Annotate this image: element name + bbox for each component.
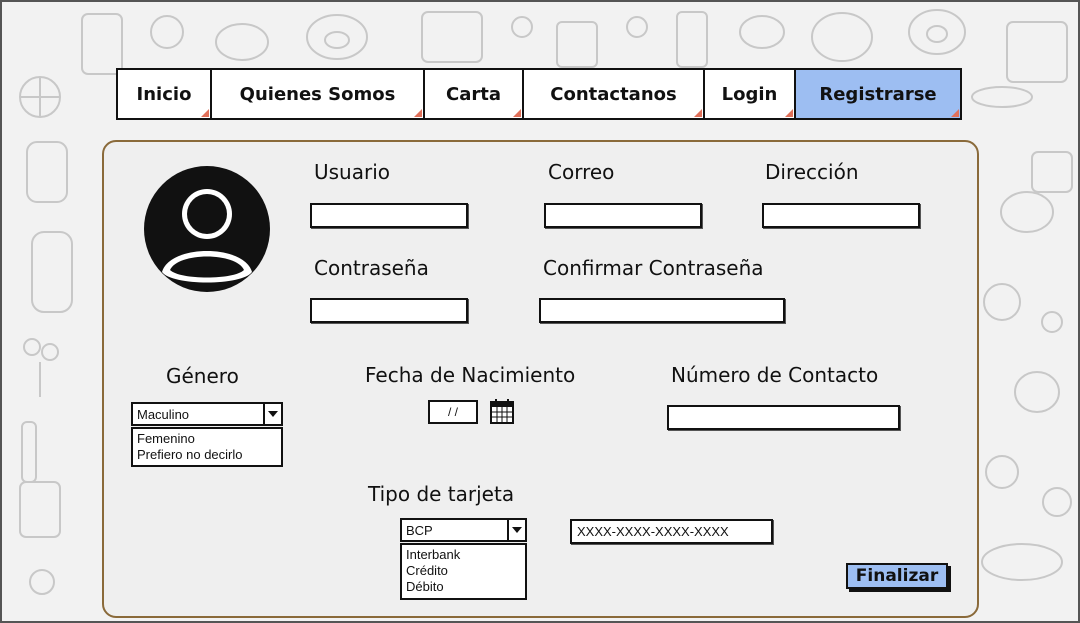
genero-option[interactable]: Femenino [137,431,277,447]
fecha-nacimiento-label: Fecha de Nacimiento [365,363,576,387]
main-nav: Inicio Quienes Somos Carta Contactanos L… [116,68,962,120]
link-corner-icon [694,109,702,117]
nav-item-carta[interactable]: Carta [425,70,524,118]
link-corner-icon [513,109,521,117]
chevron-down-icon[interactable] [507,520,525,540]
tarjeta-option[interactable]: Débito [406,579,521,595]
correo-input[interactable] [544,203,702,228]
nav-item-inicio[interactable]: Inicio [118,70,212,118]
direccion-input[interactable] [762,203,920,228]
correo-label: Correo [548,160,615,184]
direccion-label: Dirección [765,160,859,184]
numero-contacto-label: Número de Contacto [671,363,879,387]
contrasena-label: Contraseña [314,256,429,280]
usuario-label: Usuario [314,160,391,184]
registration-form-panel: Usuario Correo Dirección Contraseña Conf… [102,140,979,618]
nav-item-label: Contactanos [550,83,677,105]
finalizar-button[interactable]: Finalizar [846,563,948,589]
numero-tarjeta-input[interactable]: XXXX-XXXX-XXXX-XXXX [570,519,773,544]
link-corner-icon [951,109,959,117]
tarjeta-option[interactable]: Crédito [406,563,521,579]
link-corner-icon [201,109,209,117]
link-corner-icon [414,109,422,117]
nav-item-label: Registrarse [819,83,937,105]
chevron-down-icon[interactable] [263,404,281,424]
fecha-nacimiento-input[interactable]: / / [428,400,478,424]
numero-tarjeta-value: XXXX-XXXX-XXXX-XXXX [577,524,729,539]
genero-selected-value: Maculino [137,407,190,422]
confirmar-contrasena-input[interactable] [539,298,785,323]
user-avatar-icon [144,166,270,292]
genero-dropdown: Femenino Prefiero no decirlo [131,427,283,467]
tarjeta-option[interactable]: Interbank [406,547,521,563]
genero-label: Género [166,364,239,388]
tipo-tarjeta-dropdown: Interbank Crédito Débito [400,543,527,600]
tipo-tarjeta-select[interactable]: BCP [400,518,527,542]
tarjeta-selected-value: BCP [406,523,433,538]
calendar-icon[interactable] [490,398,514,424]
genero-option[interactable]: Prefiero no decirlo [137,447,277,463]
nav-item-label: Login [721,83,778,105]
genero-select[interactable]: Maculino [131,402,283,426]
fecha-value: / / [447,405,458,419]
nav-item-contactanos[interactable]: Contactanos [524,70,705,118]
nav-item-quienes-somos[interactable]: Quienes Somos [212,70,425,118]
nav-item-label: Inicio [136,83,192,105]
usuario-input[interactable] [310,203,468,228]
nav-item-login[interactable]: Login [705,70,796,118]
numero-contacto-input[interactable] [667,405,900,430]
tipo-tarjeta-label: Tipo de tarjeta [368,482,515,506]
nav-item-registrarse[interactable]: Registrarse [796,70,960,118]
link-corner-icon [785,109,793,117]
contrasena-input[interactable] [310,298,468,323]
confirmar-contrasena-label: Confirmar Contraseña [543,256,764,280]
nav-item-label: Quienes Somos [239,83,396,105]
nav-item-label: Carta [446,83,501,105]
